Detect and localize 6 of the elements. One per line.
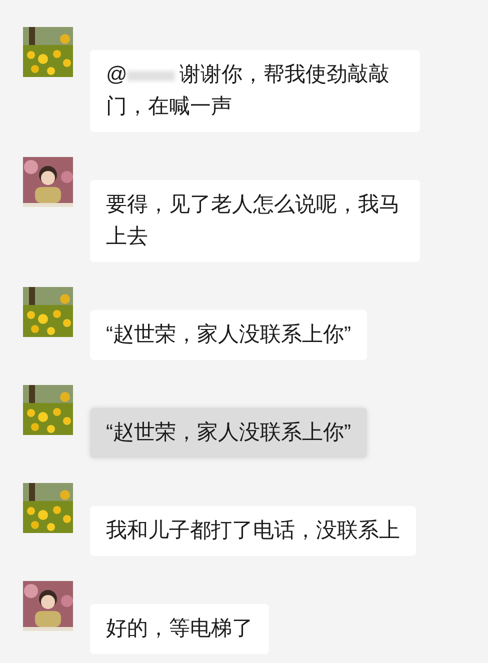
message-bubble: 好的，等电梯了 <box>90 604 269 654</box>
message-bubble: 我和儿子都打了电话，没联系上 <box>90 506 416 556</box>
message-bubble: @ 谢谢你，帮我使劲敲敲门，在喊一声 <box>90 50 420 132</box>
message-bubble: “赵世荣，家人没联系上你” <box>90 310 367 360</box>
message-bubble: 要得，见了老人怎么说呢，我马上去 <box>90 180 420 262</box>
message-bubble: “赵世荣，家人没联系上你” <box>90 408 367 458</box>
